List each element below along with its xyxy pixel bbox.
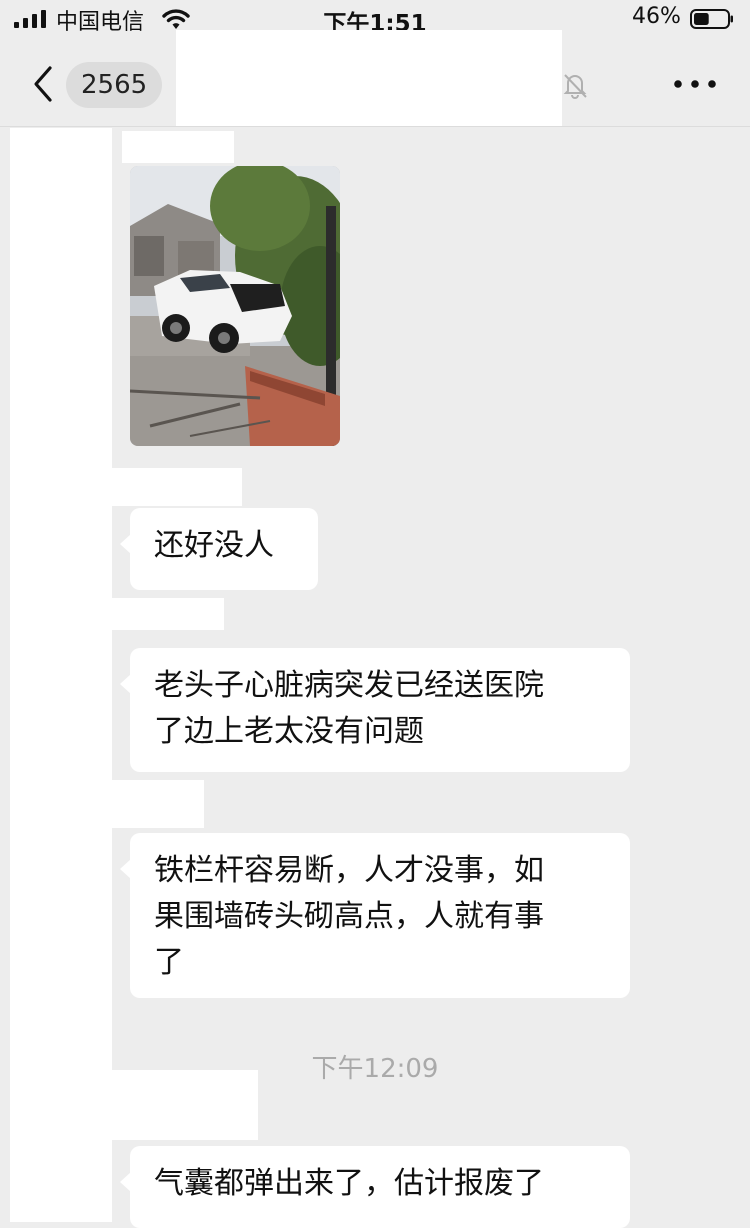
sender-name-redaction: [112, 780, 204, 828]
message-text-line: 老头子心脏病突发已经送医院: [154, 668, 544, 703]
chevron-left-icon[interactable]: [24, 64, 64, 104]
bubble-tail: [120, 859, 131, 879]
message-bubble[interactable]: 还好没人: [120, 508, 318, 590]
message-bubble[interactable]: 铁栏杆容易断，人才没事，如 果围墙砖头砌高点，人就有事 了: [120, 833, 630, 998]
chat-title-redacted: [176, 30, 562, 126]
crashed-car-photo: [130, 166, 340, 446]
battery-percent: 46%: [632, 4, 681, 29]
photo-message[interactable]: [130, 166, 340, 446]
message-text-line: 气囊都弹出来了，估计报废了: [154, 1166, 544, 1201]
bubble-tail: [120, 674, 131, 694]
sender-name-redaction: [122, 131, 234, 163]
message-text-line: 了边上老太没有问题: [154, 714, 424, 749]
message-bubble[interactable]: 老头子心脏病突发已经送医院 了边上老太没有问题: [120, 648, 630, 772]
bell-slash-icon: [563, 74, 587, 99]
nav-bar: 2565: [0, 30, 750, 127]
sender-name-redaction: [112, 598, 224, 630]
ellipsis-icon[interactable]: [672, 76, 718, 92]
chat-timestamp: 下午12:09: [311, 1054, 439, 1084]
message-text-line: 果围墙砖头砌高点，人就有事: [154, 899, 544, 934]
battery-icon: [690, 9, 733, 29]
message-bubble[interactable]: 气囊都弹出来了，估计报废了: [120, 1146, 630, 1228]
message-text-line: 铁栏杆容易断，人才没事，如: [154, 853, 544, 888]
unread-count-badge[interactable]: 2565: [66, 62, 163, 108]
bubble-tail: [120, 1172, 131, 1192]
message-text-line: 了: [154, 945, 184, 980]
bubble-tail: [120, 534, 131, 554]
message-text-line: 还好没人: [154, 528, 274, 563]
sender-name-redaction: [112, 468, 242, 506]
